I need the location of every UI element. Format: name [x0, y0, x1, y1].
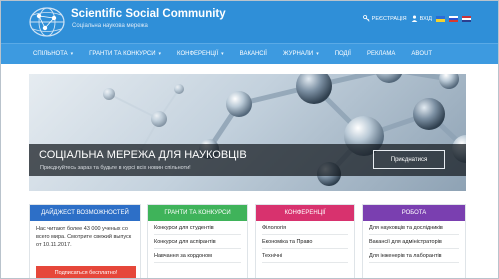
grants-list: Конкурси для студентів Конкурси для аспі…	[148, 221, 247, 263]
jobs-card: РОБОТА Для науковців та дослідників Вака…	[362, 204, 466, 278]
login-link[interactable]: ВХІД	[411, 15, 432, 22]
main-nav: СПІЛЬНОТА ▾ ГРАНТИ ТА КОНКУРСИ ▾ КОНФЕРЕНЦ…	[1, 43, 498, 64]
conferences-card-header[interactable]: КОНФЕРЕНЦІЇ	[256, 205, 354, 221]
nav-item-vacancies[interactable]: ВАКАНСІЇ	[240, 51, 267, 57]
nav-item-label: ГРАНТИ ТА КОНКУРСИ	[89, 51, 156, 57]
list-item[interactable]: Економіка та Право	[262, 235, 348, 249]
chevron-down-icon: ▾	[221, 51, 224, 57]
hero-caption: СОЦІАЛЬНА МЕРЕЖА ДЛЯ НАУКОВЦІВ Приєднуйт…	[29, 144, 466, 176]
nav-item-label: ПОДІЇ	[334, 51, 351, 57]
nav-item-label: КОНФЕРЕНЦІЇ	[177, 51, 219, 57]
nav-item-label: СПІЛЬНОТА	[33, 51, 68, 57]
list-item[interactable]: Філологія	[262, 221, 348, 235]
register-label: РЕЄСТРАЦІЯ	[371, 15, 407, 22]
users-icon	[411, 15, 417, 22]
nav-item-events[interactable]: ПОДІЇ	[335, 51, 351, 57]
nav-item-community[interactable]: СПІЛЬНОТА ▾	[33, 51, 73, 57]
site-title[interactable]: Scientific Social Community	[71, 8, 226, 20]
list-item[interactable]: Технічні	[262, 249, 348, 263]
nav-item-about[interactable]: ABOUT	[411, 51, 432, 57]
globe-network-logo-icon[interactable]	[27, 6, 67, 38]
site-header: Scientific Social Community Соціальна на…	[1, 1, 498, 43]
list-item[interactable]: Для інженерів та лаборантів	[369, 249, 459, 263]
register-link[interactable]: РЕЄСТРАЦІЯ	[362, 15, 407, 22]
hero-banner: СОЦІАЛЬНА МЕРЕЖА ДЛЯ НАУКОВЦІВ Приєднуйт…	[29, 74, 466, 191]
list-item[interactable]: Конкурси для аспірантів	[154, 235, 241, 249]
grants-card-header[interactable]: ГРАНТИ ТА КОНКУРСИ	[148, 205, 247, 221]
nav-item-advertising[interactable]: РЕКЛАМА	[367, 51, 395, 57]
site-subtitle: Соціальна наукова мережа	[72, 23, 148, 29]
nav-item-journals[interactable]: ЖУРНАЛИ ▾	[283, 51, 319, 57]
list-item[interactable]: Для науковців та дослідників	[369, 221, 459, 235]
list-item[interactable]: Конкурси для студентів	[154, 221, 241, 235]
header-links: РЕЄСТРАЦІЯ ВХІД	[362, 15, 471, 22]
chevron-down-icon: ▾	[158, 51, 162, 57]
digest-card-header[interactable]: ДАЙДЖЕСТ ВОЗМОЖНОСТЕЙ	[30, 205, 140, 221]
chevron-down-icon: ▾	[316, 51, 319, 57]
join-button[interactable]: Приєднатися	[373, 150, 445, 169]
list-item[interactable]: Вакансії для адміністраторів	[369, 235, 459, 249]
digest-card-text: Нас читают более 43 000 ученых со всего …	[36, 226, 132, 248]
hero-subtitle: Приєднуйтесь зараз та будьте в курсі всі…	[40, 165, 191, 171]
list-item[interactable]: Навчання за кордоном	[154, 249, 241, 263]
nav-item-label: ВАКАНСІЇ	[239, 51, 267, 57]
nav-item-label: РЕКЛАМА	[366, 51, 396, 57]
language-ua-flag-icon[interactable]	[436, 15, 445, 22]
jobs-card-header[interactable]: РОБОТА	[363, 205, 465, 221]
conferences-list: Філологія Економіка та Право Технічні	[256, 221, 354, 263]
login-label: ВХІД	[419, 15, 432, 22]
key-icon	[362, 15, 370, 22]
digest-card: ДАЙДЖЕСТ ВОЗМОЖНОСТЕЙ Нас читают более 4…	[29, 204, 141, 278]
conferences-card: КОНФЕРЕНЦІЇ Філологія Економіка та Право…	[255, 204, 355, 278]
nav-item-grants[interactable]: ГРАНТИ ТА КОНКУРСИ ▾	[89, 51, 161, 57]
subscribe-button[interactable]: Подписаться бесплатно!	[36, 266, 136, 278]
language-en-flag-icon[interactable]	[462, 15, 471, 22]
page-frame: Scientific Social Community Соціальна на…	[0, 0, 499, 279]
nav-item-label: ABOUT	[411, 51, 433, 57]
jobs-list: Для науковців та дослідників Вакансії дл…	[363, 221, 465, 263]
hero-title: СОЦІАЛЬНА МЕРЕЖА ДЛЯ НАУКОВЦІВ	[39, 149, 247, 161]
language-ru-flag-icon[interactable]	[449, 15, 458, 22]
nav-item-label: ЖУРНАЛИ	[282, 51, 314, 57]
feature-cards: ДАЙДЖЕСТ ВОЗМОЖНОСТЕЙ Нас читают более 4…	[29, 204, 466, 278]
nav-item-conferences[interactable]: КОНФЕРЕНЦІЇ ▾	[177, 51, 224, 57]
grants-card: ГРАНТИ ТА КОНКУРСИ Конкурси для студенті…	[147, 204, 248, 278]
chevron-down-icon: ▾	[70, 51, 74, 57]
